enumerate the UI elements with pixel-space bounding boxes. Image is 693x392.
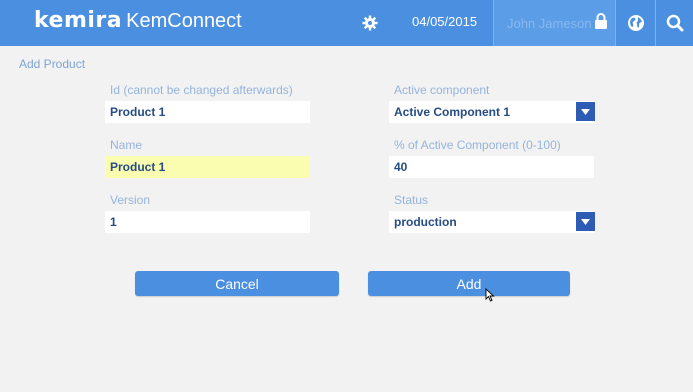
status-label: Status (394, 193, 429, 207)
id-field[interactable]: Product 1 (105, 101, 310, 123)
chevron-down-icon[interactable] (576, 102, 595, 121)
search-icon[interactable] (657, 0, 693, 46)
app-name: KemConnect (126, 10, 242, 32)
active-component-select[interactable]: Active Component 1 (389, 101, 594, 123)
version-label: Version (110, 193, 151, 207)
add-button[interactable]: Add (368, 271, 570, 296)
name-label: Name (110, 138, 143, 152)
user-menu[interactable]: John Jameson (493, 0, 616, 46)
status-select[interactable]: production (389, 211, 594, 233)
chevron-down-icon[interactable] (576, 212, 595, 231)
top-bar: Kemira KemConnect 04/05/2015 John Jameso… (0, 0, 693, 46)
percent-label: % of Active Component (0-100) (394, 138, 561, 152)
brand-logo: Kemira (34, 8, 123, 33)
cancel-button[interactable]: Cancel (135, 271, 339, 296)
gear-icon[interactable] (360, 13, 380, 33)
current-date: 04/05/2015 (412, 14, 478, 29)
user-name: John Jameson (507, 15, 592, 31)
lock-icon (594, 13, 608, 35)
id-label: Id (cannot be changed afterwards) (110, 83, 293, 97)
active-component-label: Active component (394, 83, 490, 97)
mouse-pointer-icon (485, 287, 495, 307)
app-logo: Kemira KemConnect (34, 8, 242, 38)
page-title: Add Product (19, 57, 86, 71)
percent-field[interactable]: 40 (389, 156, 594, 178)
name-field[interactable]: Product 1 (105, 156, 310, 178)
globe-icon[interactable] (617, 0, 656, 46)
version-field[interactable]: 1 (105, 211, 310, 233)
